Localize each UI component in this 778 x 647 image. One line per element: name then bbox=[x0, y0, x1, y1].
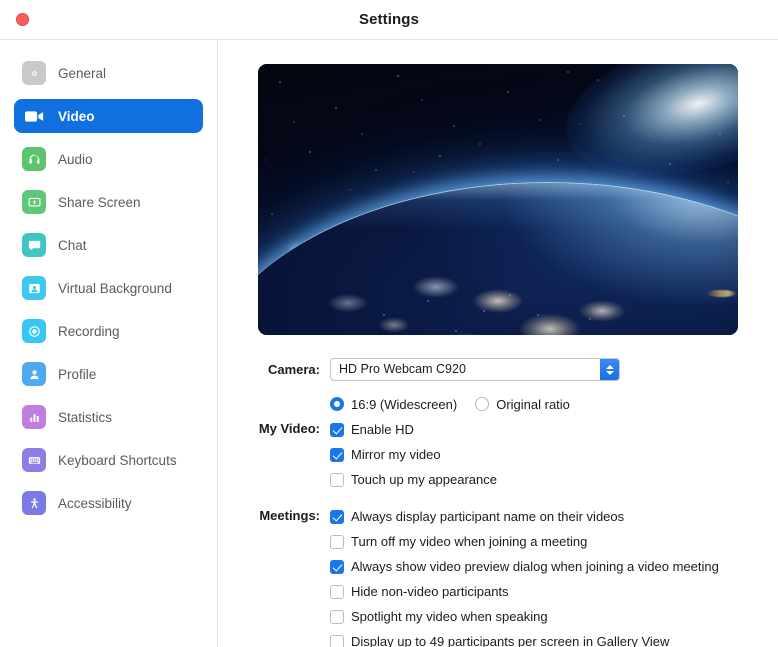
radio-16-9-widescreen[interactable] bbox=[330, 397, 344, 411]
checkbox-display-49-participants-row[interactable]: Display up to 49 participants per screen… bbox=[330, 629, 778, 647]
sidebar-item-chat[interactable]: Chat bbox=[14, 228, 203, 262]
my-video-label: My Video: bbox=[258, 421, 320, 436]
checkbox-always-show-video-preview-row[interactable]: Always show video preview dialog when jo… bbox=[330, 554, 778, 579]
sidebar-item-label: Chat bbox=[58, 237, 87, 253]
checkbox-always-display-participant-name-label: Always display participant name on their… bbox=[351, 509, 625, 524]
sidebar-item-audio[interactable]: Audio bbox=[14, 142, 203, 176]
settings-content: Camera: HD Pro Webcam C920 16:9 (Widescr… bbox=[218, 40, 778, 647]
chevron-down-icon bbox=[605, 370, 614, 375]
checkbox-always-display-participant-name[interactable] bbox=[330, 509, 344, 524]
sidebar-item-statistics[interactable]: Statistics bbox=[14, 400, 203, 434]
headphones-icon bbox=[22, 147, 46, 171]
checkbox-always-show-video-preview[interactable] bbox=[330, 559, 344, 574]
title-bar: Settings bbox=[0, 0, 778, 40]
sidebar-item-virtual-background[interactable]: Virtual Background bbox=[14, 271, 203, 305]
chevron-up-icon bbox=[605, 364, 614, 369]
checkbox-enable-hd-row[interactable]: Enable HD bbox=[330, 417, 778, 442]
camera-label: Camera: bbox=[267, 362, 320, 377]
checkbox-display-49-participants[interactable] bbox=[330, 634, 344, 647]
video-preview bbox=[258, 64, 738, 335]
share-screen-icon bbox=[22, 190, 46, 214]
checkbox-spotlight-my-video-row[interactable]: Spotlight my video when speaking bbox=[330, 604, 778, 629]
checkbox-mirror-my-video-label: Mirror my video bbox=[351, 447, 441, 462]
my-video-field: Enable HD Mirror my video Touch up my ap… bbox=[330, 417, 778, 492]
earth-globe bbox=[258, 182, 738, 335]
sidebar-item-label: General bbox=[58, 65, 107, 81]
checkbox-display-49-participants-label: Display up to 49 participants per screen… bbox=[351, 634, 670, 647]
sidebar-item-label: Virtual Background bbox=[58, 280, 172, 296]
checkbox-hide-non-video-participants-row[interactable]: Hide non-video participants bbox=[330, 579, 778, 604]
aspect-ratio-field: 16:9 (Widescreen) Original ratio bbox=[330, 392, 778, 417]
checkbox-hide-non-video-participants-label: Hide non-video participants bbox=[351, 584, 509, 599]
gear-icon bbox=[22, 61, 46, 85]
sidebar-item-label: Accessibility bbox=[58, 495, 132, 511]
checkbox-always-show-video-preview-label: Always show video preview dialog when jo… bbox=[351, 559, 719, 574]
sidebar-item-recording[interactable]: Recording bbox=[14, 314, 203, 348]
meetings-field: Always display participant name on their… bbox=[330, 504, 778, 647]
checkbox-turn-off-my-video-label: Turn off my video when joining a meeting bbox=[351, 534, 588, 549]
sidebar-item-label: Keyboard Shortcuts bbox=[58, 452, 177, 468]
camera-select-value[interactable]: HD Pro Webcam C920 bbox=[330, 358, 620, 381]
checkbox-hide-non-video-participants[interactable] bbox=[330, 584, 344, 599]
video-settings-form: Camera: HD Pro Webcam C920 16:9 (Widescr… bbox=[218, 358, 778, 647]
checkbox-mirror-my-video-row[interactable]: Mirror my video bbox=[330, 442, 778, 467]
sidebar-item-label: Audio bbox=[58, 151, 93, 167]
checkbox-enable-hd-label: Enable HD bbox=[351, 422, 414, 437]
sidebar-item-label: Profile bbox=[58, 366, 97, 382]
aspect-ratio-row: 16:9 (Widescreen) Original ratio bbox=[218, 392, 778, 417]
meteor-icon bbox=[706, 290, 736, 297]
aspect-ratio-options: 16:9 (Widescreen) Original ratio bbox=[330, 392, 778, 416]
sidebar-item-label: Video bbox=[58, 108, 95, 124]
radio-original-ratio[interactable] bbox=[475, 397, 490, 411]
sidebar-item-accessibility[interactable]: Accessibility bbox=[14, 486, 203, 520]
virtual-background-icon bbox=[22, 276, 46, 300]
checkbox-mirror-my-video[interactable] bbox=[330, 447, 344, 462]
record-circle-icon bbox=[22, 319, 46, 343]
sidebar-item-share-screen[interactable]: Share Screen bbox=[14, 185, 203, 219]
keyboard-icon bbox=[22, 448, 46, 472]
my-video-row: My Video: Enable HD Mirror my video Touc… bbox=[218, 417, 778, 492]
camera-select-stepper-icon[interactable] bbox=[600, 359, 619, 380]
camera-row: Camera: HD Pro Webcam C920 bbox=[218, 358, 778, 383]
radio-16-9-widescreen-label: 16:9 (Widescreen) bbox=[351, 396, 458, 412]
checkbox-always-display-participant-name-row[interactable]: Always display participant name on their… bbox=[330, 504, 778, 529]
sidebar: General Video Audio Share Screen Chat Vi… bbox=[0, 40, 218, 647]
person-icon bbox=[22, 362, 46, 386]
city-lights bbox=[258, 183, 738, 335]
checkbox-touch-up-my-appearance[interactable] bbox=[330, 472, 344, 487]
sidebar-item-label: Statistics bbox=[58, 409, 113, 425]
earth-surface bbox=[258, 182, 738, 335]
sidebar-item-label: Share Screen bbox=[58, 194, 141, 210]
radio-original-ratio-label: Original ratio bbox=[496, 396, 570, 412]
sidebar-item-keyboard-shortcuts[interactable]: Keyboard Shortcuts bbox=[14, 443, 203, 477]
meetings-row: Meetings: Always display participant nam… bbox=[218, 504, 778, 647]
checkbox-spotlight-my-video-label: Spotlight my video when speaking bbox=[351, 609, 548, 624]
checkbox-turn-off-my-video-row[interactable]: Turn off my video when joining a meeting bbox=[330, 529, 778, 554]
video-camera-icon bbox=[22, 104, 46, 128]
meetings-label: Meetings: bbox=[259, 508, 320, 523]
sidebar-item-general[interactable]: General bbox=[14, 56, 203, 90]
camera-field: HD Pro Webcam C920 bbox=[330, 358, 778, 381]
window-title: Settings bbox=[359, 11, 419, 28]
night-shadow bbox=[258, 183, 738, 335]
bar-chart-icon bbox=[22, 405, 46, 429]
checkbox-touch-up-my-appearance-label: Touch up my appearance bbox=[351, 472, 497, 487]
accessibility-icon bbox=[22, 491, 46, 515]
chat-bubble-icon bbox=[22, 233, 46, 257]
checkbox-turn-off-my-video[interactable] bbox=[330, 534, 344, 549]
window-body: General Video Audio Share Screen Chat Vi… bbox=[0, 40, 778, 647]
checkbox-enable-hd[interactable] bbox=[330, 422, 344, 437]
camera-select[interactable]: HD Pro Webcam C920 bbox=[330, 358, 620, 381]
checkbox-spotlight-my-video[interactable] bbox=[330, 609, 344, 624]
sidebar-item-profile[interactable]: Profile bbox=[14, 357, 203, 391]
sidebar-item-video[interactable]: Video bbox=[14, 99, 203, 133]
checkbox-touch-up-my-appearance-row[interactable]: Touch up my appearance bbox=[330, 467, 778, 492]
sidebar-item-label: Recording bbox=[58, 323, 120, 339]
